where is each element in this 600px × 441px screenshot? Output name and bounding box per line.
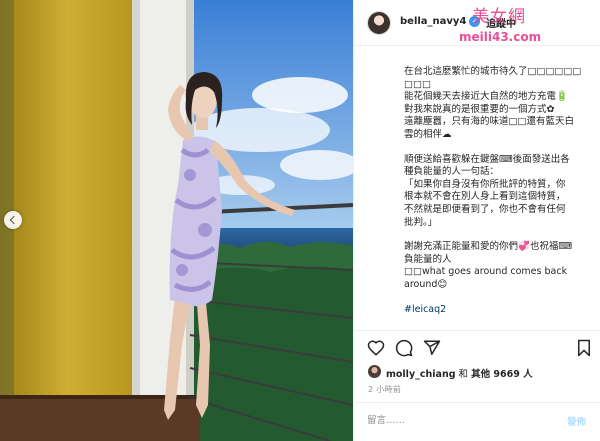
caption-text: 在台北這麼繁忙的城市待久了□□□□□□ □□□ 能花個幾天去接近大自然的地方充電… — [404, 66, 594, 292]
photo-scene — [0, 0, 353, 441]
comment-icon[interactable] — [395, 339, 413, 357]
post-comment-button[interactable]: 發佈 — [567, 414, 586, 428]
previous-photo-button[interactable] — [4, 211, 22, 229]
share-icon[interactable] — [423, 339, 441, 357]
caption-line: 「如果你自身沒有你所批評的特質，你 — [404, 178, 566, 190]
caption-line: around😊 — [404, 278, 448, 290]
chevron-left-icon — [9, 215, 19, 225]
watermark-title: 美女網 — [472, 7, 526, 27]
heart-icon[interactable] — [367, 339, 385, 357]
caption-line: 不然就是即便看到了，你也不會有任何 — [404, 203, 566, 215]
likes-connector: 和 — [455, 369, 472, 380]
post-header: bella_navy4 ✓ 追蹤中 美女網 meili43.com — [354, 0, 600, 46]
post-photo[interactable] — [0, 0, 353, 441]
comment-bar: 發佈 — [354, 402, 600, 436]
comment-input[interactable] — [367, 413, 557, 427]
caption-line: 遠離塵囂，只有海的味道□□還有藍天白 — [404, 116, 574, 128]
post-actions: molly_chiang 和 其他 9669 人 2 小時前 發佈 — [354, 330, 600, 435]
watermark-url: meili43.com — [459, 30, 542, 44]
caption-line: 在台北這麼繁忙的城市待久了□□□□□□ — [404, 66, 582, 77]
caption-line: 謝謝充滿正能量和愛的你們💞也祝福⌨ — [404, 241, 573, 253]
likes-count-link[interactable]: 其他 9669 人 — [471, 369, 533, 380]
post-caption: 在台北這麼繁忙的城市待久了□□□□□□ □□□ 能花個幾天去接近大自然的地方充電… — [404, 66, 594, 316]
caption-line: 順便送給喜歡躲在鍵盤⌨後面發送出各 — [404, 153, 570, 165]
liker-avatar[interactable] — [368, 365, 381, 378]
bookmark-icon[interactable] — [575, 339, 593, 357]
post-timestamp: 2 小時前 — [368, 385, 402, 394]
caption-line: 種負能量的人一句話： — [404, 166, 500, 178]
caption-line: □□what goes around comes back — [404, 266, 568, 278]
caption-line: 對我來說真的是很重要的一個方式✿ — [404, 103, 555, 115]
post-detail-panel: bella_navy4 ✓ 追蹤中 美女網 meili43.com 在台北這麼繁… — [353, 0, 600, 441]
caption-line: 根本就不會在別人身上看到這個特質， — [404, 191, 566, 203]
caption-line: □□□ — [404, 78, 431, 90]
username-link[interactable]: bella_navy4 — [400, 16, 466, 27]
avatar[interactable] — [368, 12, 390, 34]
caption-line: 能花個幾天去接近大自然的地方充電🔋 — [404, 91, 568, 103]
caption-line: 雲的相伴☁ — [404, 128, 452, 140]
liker-username-link[interactable]: molly_chiang — [386, 369, 456, 380]
hashtag-link[interactable]: #leicaq2 — [404, 304, 594, 317]
caption-line: 負能量的人 — [404, 253, 452, 265]
caption-line: 批判。」 — [404, 216, 438, 228]
likes-summary: molly_chiang 和 其他 9669 人 — [386, 366, 533, 380]
